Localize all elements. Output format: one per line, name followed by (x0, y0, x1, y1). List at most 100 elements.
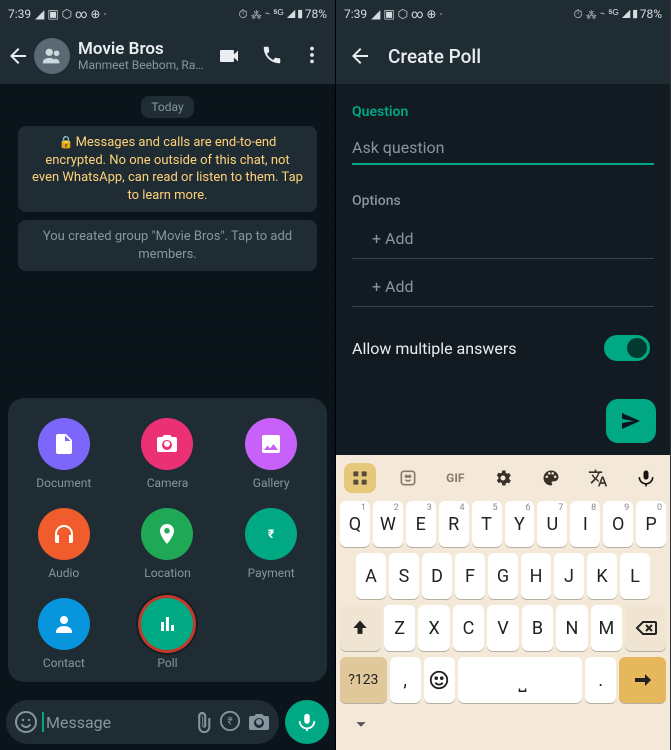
option-input-1[interactable]: + Add (352, 221, 654, 259)
location-icon (155, 522, 179, 546)
message-placeholder: Message (42, 712, 187, 732)
kbd-key-e[interactable]: E3 (406, 501, 436, 547)
video-call-icon[interactable] (217, 44, 241, 68)
question-input[interactable]: Ask question (352, 132, 654, 165)
send-poll-button[interactable] (606, 399, 656, 443)
kbd-period-key[interactable]: . (585, 657, 616, 703)
kbd-key-u[interactable]: U7 (537, 501, 567, 547)
kbd-settings-icon[interactable] (487, 463, 519, 493)
kbd-backspace-key[interactable] (625, 605, 666, 651)
rupee-icon: ₹ (259, 522, 283, 546)
attach-contact[interactable]: Contact (19, 598, 109, 670)
status-system-icons: ⏱ ⁂ ⌁ ⁵ᴳ ◢▮78% (573, 7, 662, 22)
kbd-key-b[interactable]: B (522, 605, 553, 651)
kbd-key-r[interactable]: R4 (439, 501, 469, 547)
mic-icon (296, 711, 318, 733)
mic-button[interactable] (285, 700, 329, 744)
kbd-key-n[interactable]: N (556, 605, 587, 651)
kbd-key-j[interactable]: J (554, 553, 584, 599)
status-bar: 7:39 ◢ ▣ ⬡ ∞ ⊕ · ⏱ ⁂ ⌁ ⁵ᴳ ◢▮78% (0, 0, 335, 28)
group-created-notice[interactable]: You created group "Movie Bros". Tap to a… (18, 220, 317, 271)
kbd-key-i[interactable]: I8 (570, 501, 600, 547)
kbd-space-key[interactable]: ⎵ (458, 657, 582, 703)
attach-location[interactable]: Location (122, 508, 212, 580)
kbd-key-z[interactable]: Z (384, 605, 415, 651)
kbd-mic-icon[interactable] (630, 463, 662, 493)
attach-payment[interactable]: ₹ Payment (226, 508, 316, 580)
status-time: 7:39 (8, 7, 31, 21)
kbd-collapse-icon[interactable] (350, 713, 372, 735)
attach-audio[interactable]: Audio (19, 508, 109, 580)
kbd-row-1: Q1W2E3R4T5Y6U7I8O9P0 (340, 501, 666, 547)
question-label: Question (352, 104, 654, 120)
options-label: Options (352, 193, 654, 209)
kbd-key-f[interactable]: F (455, 553, 485, 599)
chat-header: Movie Bros Manmeet Beebom, Ramji... (0, 28, 335, 84)
attach-document[interactable]: Document (19, 418, 109, 490)
back-icon[interactable] (348, 44, 372, 68)
svg-text:₹: ₹ (227, 717, 232, 728)
kbd-key-y[interactable]: Y6 (505, 501, 535, 547)
kbd-row-3: ZXCVBNM (340, 605, 666, 651)
status-notif-icons: ◢ ▣ ⬡ ∞ ⊕ · (35, 7, 106, 21)
kbd-key-h[interactable]: H (521, 553, 551, 599)
kbd-numeric-key[interactable]: ?123 (340, 657, 387, 703)
kbd-sticker-icon[interactable] (392, 463, 424, 493)
contact-icon (52, 612, 76, 636)
kbd-key-v[interactable]: V (487, 605, 518, 651)
kbd-key-t[interactable]: T5 (472, 501, 502, 547)
kbd-key-w[interactable]: W2 (373, 501, 403, 547)
message-input[interactable]: Message ₹ (6, 700, 279, 744)
kbd-key-q[interactable]: Q1 (340, 501, 370, 547)
kbd-shift-key[interactable] (340, 605, 381, 651)
kbd-key-k[interactable]: K (587, 553, 617, 599)
emoji-icon[interactable] (14, 710, 38, 734)
lock-icon: 🔒 (59, 135, 74, 149)
kbd-key-c[interactable]: C (453, 605, 484, 651)
page-title: Create Poll (388, 45, 481, 68)
chat-subtitle: Manmeet Beebom, Ramji... (78, 58, 207, 72)
attach-icon[interactable] (191, 710, 215, 734)
camera-quick-icon[interactable] (247, 710, 271, 734)
kbd-key-l[interactable]: L (620, 553, 650, 599)
kbd-key-s[interactable]: S (389, 553, 419, 599)
kbd-comma-key[interactable]: , (390, 657, 421, 703)
kbd-theme-icon[interactable] (535, 463, 567, 493)
kbd-key-a[interactable]: A (356, 553, 386, 599)
attach-gallery[interactable]: Gallery (226, 418, 316, 490)
kbd-key-p[interactable]: P0 (636, 501, 666, 547)
kbd-enter-key[interactable] (619, 657, 666, 703)
kbd-key-d[interactable]: D (422, 553, 452, 599)
voice-call-icon[interactable] (261, 44, 285, 68)
create-poll-header: Create Poll (336, 28, 670, 84)
kbd-toolbar: GIF (340, 461, 666, 501)
status-bar: 7:39 ◢ ▣ ⬡ ∞ ⊕ · ⏱ ⁂ ⌁ ⁵ᴳ ◢▮78% (336, 0, 670, 28)
send-icon (619, 409, 643, 433)
svg-text:₹: ₹ (268, 527, 275, 541)
allow-multiple-label: Allow multiple answers (352, 339, 517, 358)
attach-poll[interactable]: Poll (122, 598, 212, 670)
more-icon[interactable] (301, 44, 325, 68)
group-avatar[interactable] (34, 38, 70, 74)
chat-title-wrap[interactable]: Movie Bros Manmeet Beebom, Ramji... (78, 40, 207, 73)
kbd-row-4: ?123 , ⎵ . (340, 657, 666, 703)
allow-multiple-toggle[interactable] (604, 335, 650, 361)
attach-camera[interactable]: Camera (122, 418, 212, 490)
message-bar: Message ₹ (0, 694, 335, 750)
payment-quick-icon[interactable]: ₹ (219, 710, 243, 734)
kbd-key-g[interactable]: G (488, 553, 518, 599)
kbd-translate-icon[interactable] (582, 463, 614, 493)
kbd-emoji-key[interactable] (424, 657, 455, 703)
encryption-notice[interactable]: 🔒Messages and calls are end-to-end encry… (18, 126, 317, 212)
create-poll-body: Question Ask question Options + Add + Ad… (336, 84, 670, 455)
kbd-gif-icon[interactable]: GIF (439, 463, 471, 493)
option-input-2[interactable]: + Add (352, 269, 654, 307)
keyboard: GIF Q1W2E3R4T5Y6U7I8O9P0 ASDFGHJKL ZXCVB… (336, 455, 670, 750)
kbd-key-x[interactable]: X (418, 605, 449, 651)
headphones-icon (52, 522, 76, 546)
back-icon[interactable] (6, 44, 30, 68)
kbd-key-o[interactable]: O9 (603, 501, 633, 547)
chat-title: Movie Bros (78, 40, 207, 59)
kbd-apps-icon[interactable] (344, 463, 376, 493)
kbd-key-m[interactable]: M (591, 605, 622, 651)
